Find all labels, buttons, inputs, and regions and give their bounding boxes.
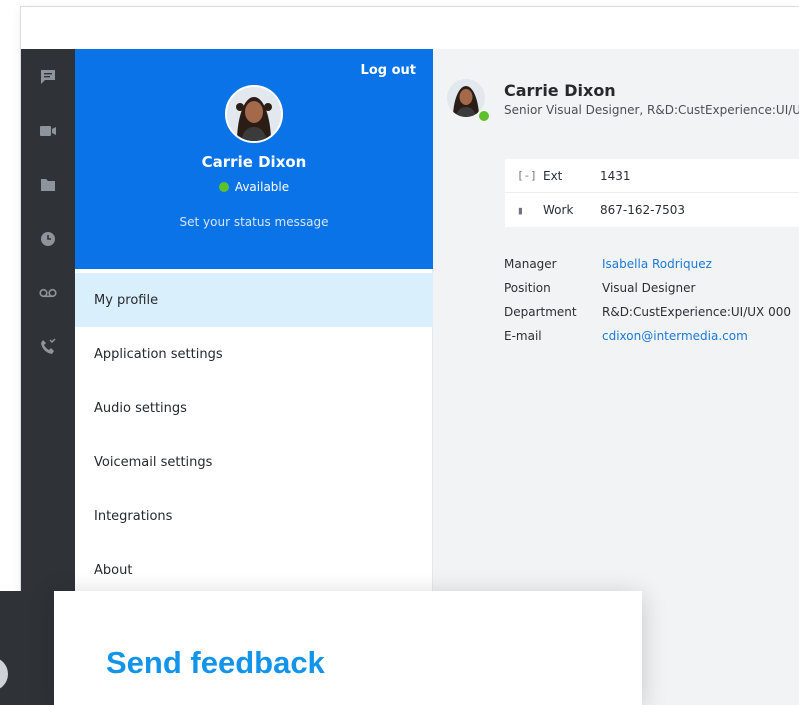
email-link[interactable]: cdixon@intermedia.com (602, 324, 748, 348)
info-row-department: Department R&D:CustExperience:UI/UX 000 (504, 300, 791, 324)
contact-info: Manager Isabella Rodriquez Position Visu… (504, 252, 791, 348)
phone-label: Work (543, 203, 574, 217)
info-row-manager: Manager Isabella Rodriquez (504, 252, 791, 276)
online-status-icon (477, 109, 491, 123)
info-key: E-mail (504, 329, 542, 343)
contact-name: Carrie Dixon (504, 81, 616, 100)
profile-header: Log out Carrie Dixon Available Set your … (75, 49, 433, 269)
phone-call-icon[interactable] (21, 331, 75, 363)
feedback-rail (0, 591, 54, 705)
presence-dot-icon (218, 182, 229, 192)
manager-link[interactable]: Isabella Rodriquez (602, 252, 712, 276)
feedback-dialog: Send feedback (54, 591, 642, 705)
info-key: Department (504, 305, 577, 319)
video-icon[interactable] (21, 115, 75, 147)
info-key: Manager (504, 257, 557, 271)
info-row-email: E-mail cdixon@intermedia.com (504, 324, 791, 348)
info-row-position: Position Visual Designer (504, 276, 791, 300)
title-bar (21, 7, 799, 49)
work-phone-icon: ▮ (517, 203, 524, 217)
menu-item-integrations[interactable]: Integrations (75, 489, 433, 543)
settings-menu: My profile Application settings Audio se… (75, 273, 433, 597)
status-message-field[interactable]: Set your status message (75, 215, 433, 229)
presence-label: Available (234, 180, 290, 194)
menu-item-audio-settings[interactable]: Audio settings (75, 381, 433, 435)
voicemail-icon[interactable] (21, 277, 75, 309)
info-value: Visual Designer (602, 281, 696, 295)
phone-value: 867-162-7503 (600, 203, 686, 217)
folder-icon[interactable] (21, 169, 75, 201)
phone-label: Ext (543, 168, 563, 183)
avatar (225, 85, 283, 143)
feedback-title: Send feedback (106, 645, 325, 680)
chat-icon[interactable] (21, 61, 75, 93)
extension-icon: [-] (517, 169, 537, 182)
phone-row-work[interactable]: ▮ Work 867-162-7503 (505, 193, 799, 227)
phone-value: 1431 (600, 168, 631, 183)
profile-name: Carrie Dixon (201, 153, 307, 171)
info-key: Position (504, 281, 551, 295)
presence-status[interactable]: Available (75, 180, 433, 194)
logout-link[interactable]: Log out (361, 63, 416, 78)
menu-item-application-settings[interactable]: Application settings (75, 327, 433, 381)
menu-item-my-profile[interactable]: My profile (75, 273, 433, 327)
menu-item-voicemail-settings[interactable]: Voicemail settings (75, 435, 433, 489)
phone-numbers-card: [-] Ext 1431 ▮ Work 867-162-7503 (505, 159, 799, 227)
contact-job-title: Senior Visual Designer, R&D:CustExperien… (504, 103, 799, 117)
phone-row-ext[interactable]: [-] Ext 1431 (505, 159, 799, 193)
clock-icon[interactable] (21, 223, 75, 255)
menu-item-about[interactable]: About (75, 543, 433, 597)
info-value: R&D:CustExperience:UI/UX 000 (602, 305, 791, 319)
